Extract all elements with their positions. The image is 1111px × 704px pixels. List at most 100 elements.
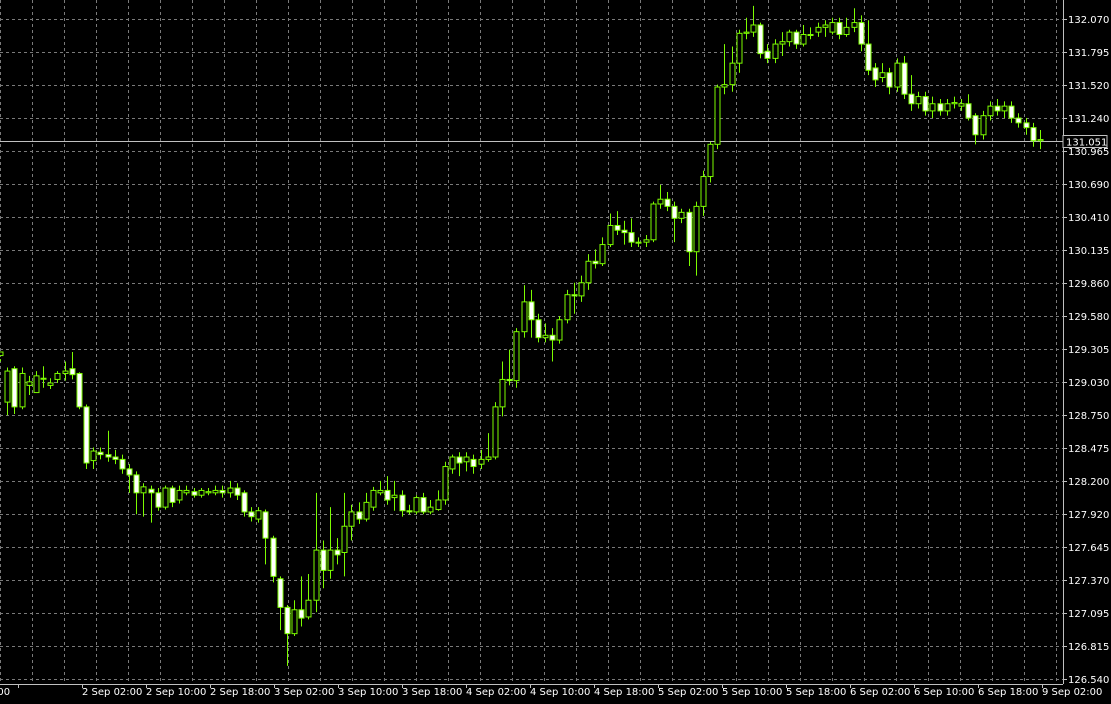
candle-body (270, 537, 277, 577)
y-axis-price-labels: 132.070 131.795 131.520 131.240 130.965 130.6… (1063, 15, 1109, 686)
candle-body (843, 26, 850, 36)
candle-body (578, 282, 585, 297)
current-price-tag: 131.051 (1062, 135, 1108, 149)
candle-body (83, 406, 90, 464)
candle (442, 461, 449, 505)
candle-body (155, 492, 162, 508)
candle-body (528, 301, 535, 321)
candle-body (11, 368, 18, 408)
candle-body (212, 489, 219, 494)
candle-body (542, 334, 549, 339)
candle-body (929, 103, 936, 112)
candle-body (284, 606, 291, 635)
candle-body (62, 370, 69, 374)
candle-body (764, 50, 771, 59)
candle-body (363, 501, 370, 520)
candle-body (327, 549, 334, 571)
candle-body (879, 72, 886, 78)
candle-body (162, 487, 169, 508)
candle-body (506, 378, 513, 382)
y-tick-label: 129.580 (1068, 312, 1109, 323)
candle-body (19, 372, 26, 408)
y-tick-label: 128.200 (1068, 477, 1109, 488)
candle-body (757, 24, 764, 55)
candle-body (0, 351, 4, 357)
candle-body (585, 260, 592, 284)
candlestick-chart[interactable]: 132.070 131.795 131.520 131.240 130.965 130.6… (0, 0, 1111, 704)
candle-body (987, 105, 994, 117)
candle-body (348, 511, 355, 527)
candle (556, 316, 563, 344)
x-tick-label: 4 Sep 02:00 (466, 687, 526, 698)
candle (83, 404, 90, 469)
candle-body (664, 198, 671, 207)
candle (714, 84, 721, 150)
candle-body (112, 456, 119, 460)
candle (270, 535, 277, 583)
candle-body (305, 599, 312, 618)
x-tick-label: 3 Sep 18:00 (402, 687, 462, 698)
candle-body (169, 487, 176, 503)
y-tick-label: 127.920 (1068, 510, 1109, 521)
candle-body (686, 211, 693, 253)
candle-body (277, 578, 284, 608)
y-tick-label: 131.520 (1068, 81, 1109, 92)
candle-body (858, 22, 865, 45)
candle-body (205, 491, 212, 494)
x-axis-time-labels: :00 2 Sep 02:00 2 Sep 10:00 2 Sep 18:00 3 Se… (0, 684, 1102, 698)
candle-body (227, 487, 234, 494)
candle-body (248, 511, 255, 518)
candle-body (1001, 105, 1008, 112)
candle-body (657, 198, 664, 205)
candle-body (298, 609, 305, 619)
candle-body (26, 381, 33, 386)
candle-body (944, 103, 951, 112)
candle-body (191, 491, 198, 496)
y-tick-label: 130.965 (1068, 147, 1109, 158)
candle-body (937, 103, 944, 112)
candle-body (915, 96, 922, 105)
candle-body (886, 72, 893, 88)
candle-body (750, 24, 757, 33)
candle-body (456, 456, 463, 464)
candle-body (313, 549, 320, 601)
y-tick-label: 127.645 (1068, 543, 1109, 554)
candle-body (148, 488, 155, 494)
candle-body (420, 497, 427, 513)
candle-body (1023, 122, 1030, 129)
candle-body (815, 26, 822, 33)
y-tick-label: 129.305 (1068, 345, 1109, 356)
candle-body (829, 22, 836, 33)
candle (707, 141, 714, 183)
candle-body (406, 510, 413, 513)
candle-body (736, 32, 743, 64)
candle-body (478, 458, 485, 465)
x-tick-label: 3 Sep 10:00 (338, 687, 398, 698)
x-tick-label: :00 (0, 687, 10, 698)
y-tick-label: 130.410 (1068, 213, 1109, 224)
x-tick-label: 9 Sep 02:00 (1042, 687, 1102, 698)
candle-body (894, 62, 901, 88)
candle-body (492, 406, 499, 458)
y-tick-label: 129.030 (1068, 378, 1109, 389)
candle-body (334, 549, 341, 556)
candle-body (535, 319, 542, 339)
candle-body (556, 319, 563, 341)
candle-body (628, 232, 635, 243)
y-tick-label: 127.370 (1068, 576, 1109, 587)
candle-body (836, 22, 843, 36)
candle-body (521, 301, 528, 333)
candle-body (671, 205, 678, 219)
candle-body (126, 468, 133, 476)
x-tick-label: 6 Sep 18:00 (978, 687, 1038, 698)
candle-body (549, 334, 556, 341)
candle-body (786, 31, 793, 43)
candle (11, 366, 18, 415)
candle-body (1015, 117, 1022, 124)
candle-body (571, 294, 578, 297)
candle-body (140, 486, 147, 494)
candle-body (47, 382, 54, 386)
candle-body (872, 67, 879, 81)
candle-body (499, 378, 506, 408)
candle-body (693, 205, 700, 253)
